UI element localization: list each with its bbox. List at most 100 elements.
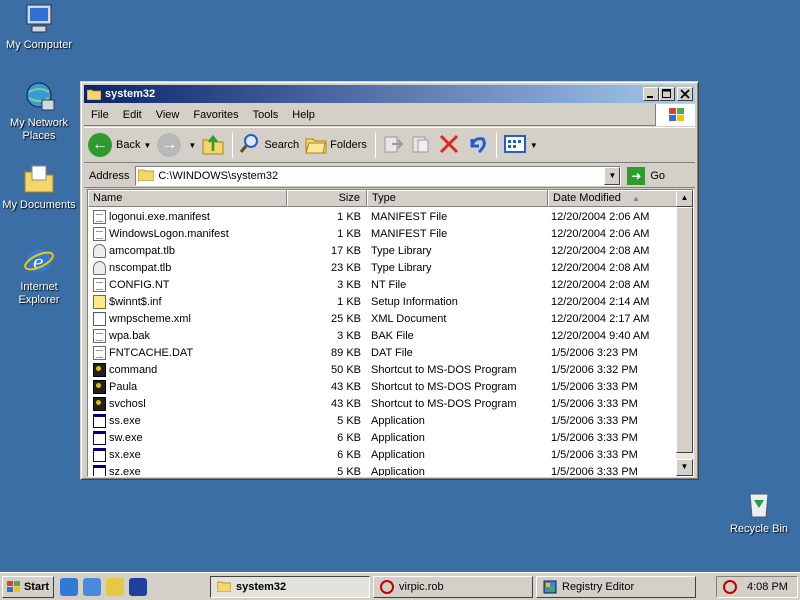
file-row[interactable]: nscompat.tlb 23 KB Type Library 12/20/2004 … (88, 259, 678, 276)
folders-button[interactable]: Folders (305, 133, 367, 158)
task-registry-editor[interactable]: Registry Editor (536, 576, 696, 598)
internet-explorer-icon: e (22, 244, 56, 278)
file-row[interactable]: sz.exe 5 KB Application 1/5/2006 3:33 PM (88, 463, 678, 477)
file-row[interactable]: FNTCACHE.DAT 89 KB DAT File 1/5/2006 3:23 P… (88, 344, 678, 361)
chevron-down-icon[interactable]: ▼ (530, 141, 538, 150)
close-button[interactable] (677, 87, 693, 101)
address-label: Address (89, 169, 130, 182)
vertical-scrollbar[interactable]: ▲ ▼ (676, 190, 693, 476)
file-row[interactable]: Paula 43 KB Shortcut to MS-DOS Program 1/5/… (88, 378, 678, 395)
window-titlebar[interactable]: system32 (84, 85, 695, 103)
chevron-down-icon[interactable]: ▼ (604, 166, 621, 185)
file-row[interactable]: $winnt$.inf 1 KB Setup Information 12/20/20… (88, 293, 678, 310)
menu-edit[interactable]: Edit (116, 109, 149, 121)
file-name: logonui.exe.manifest (109, 210, 210, 223)
up-folder-button[interactable] (202, 133, 224, 158)
file-name-cell: ss.exe (88, 413, 288, 428)
show-desktop-icon[interactable] (106, 577, 124, 596)
menu-favorites[interactable]: Favorites (186, 109, 245, 121)
file-type: Application (371, 465, 425, 477)
file-row[interactable]: svchosl 43 KB Shortcut to MS-DOS Program 1/… (88, 395, 678, 412)
file-type: MANIFEST File (371, 210, 448, 223)
clock[interactable]: 4:08 PM (747, 581, 788, 593)
internet-explorer-icon[interactable] (60, 577, 78, 596)
maximize-button[interactable] (659, 87, 675, 101)
outlook-express-icon[interactable] (83, 577, 101, 596)
go-button[interactable]: ➜ Go (627, 166, 665, 185)
file-type: Type Library (371, 261, 432, 274)
column-header-name[interactable]: Name (88, 190, 287, 207)
search-icon (239, 133, 261, 158)
back-button[interactable]: ← Back ▼ (88, 133, 151, 157)
file-type: Type Library (371, 244, 432, 257)
file-date-modified: 1/5/2006 3:32 PM (551, 363, 638, 376)
file-date-modified: 12/20/2004 9:40 AM (551, 329, 650, 342)
file-row[interactable]: WindowsLogon.manifest 1 KB MANIFEST File 12… (88, 225, 678, 242)
chevron-down-icon[interactable]: ▼ (143, 141, 151, 150)
file-type: Application (371, 431, 425, 444)
file-name: svchosl (109, 397, 146, 410)
windows-logo-icon (655, 104, 695, 126)
file-row[interactable]: wpa.bak 3 KB BAK File 12/20/2004 9:40 AM (88, 327, 678, 344)
media-player-icon[interactable] (129, 577, 147, 596)
column-header-size[interactable]: Size (287, 190, 367, 207)
copy-to-button[interactable] (410, 133, 432, 158)
desktop-icon-recycle-bin[interactable]: Recycle Bin (720, 486, 798, 536)
back-label: Back (116, 139, 141, 151)
move-to-icon (382, 133, 404, 158)
task-system32[interactable]: system32 (210, 576, 370, 598)
column-header-type[interactable]: Type (367, 190, 548, 207)
file-row[interactable]: ss.exe 5 KB Application 1/5/2006 3:33 PM (88, 412, 678, 429)
delete-button[interactable] (438, 133, 460, 158)
desktop-icon-my-network-places[interactable]: My Network Places (0, 80, 78, 143)
desktop-icon-internet-explorer[interactable]: e Internet Explorer (0, 244, 78, 307)
msdos-file-icon (93, 379, 106, 394)
file-date-modified: 1/5/2006 3:33 PM (551, 414, 638, 427)
task-virpic[interactable]: virpic.rob (373, 576, 533, 598)
forward-button[interactable]: → ▼ (157, 133, 196, 157)
menu-file[interactable]: File (84, 109, 116, 121)
undo-button[interactable] (466, 133, 488, 158)
desktop-icon-label: Recycle Bin (729, 523, 789, 535)
file-row[interactable]: CONFIG.NT 3 KB NT File 12/20/2004 2:08 AM (88, 276, 678, 293)
menu-help[interactable]: Help (285, 109, 322, 121)
menu-tools[interactable]: Tools (246, 109, 286, 121)
search-button[interactable]: Search (239, 133, 299, 158)
move-to-button[interactable] (382, 133, 404, 158)
scroll-up-button[interactable]: ▲ (676, 190, 693, 207)
file-type: DAT File (371, 346, 413, 359)
file-name: sx.exe (109, 448, 141, 461)
file-date-modified: 12/20/2004 2:06 AM (551, 227, 650, 240)
address-input[interactable]: C:\WINDOWS\system32 ▼ (135, 165, 622, 186)
desktop-icon-my-computer[interactable]: My Computer (0, 2, 78, 52)
minimize-button[interactable] (643, 87, 659, 101)
back-arrow-icon: ← (88, 133, 112, 157)
scroll-down-button[interactable]: ▼ (676, 459, 693, 476)
undo-icon (466, 133, 488, 158)
file-row[interactable]: logonui.exe.manifest 1 KB MANIFEST File 12/… (88, 208, 678, 225)
file-row[interactable]: command 50 KB Shortcut to MS-DOS Program 1/… (88, 361, 678, 378)
desktop-icon-my-documents[interactable]: My Documents (0, 162, 78, 212)
file-size: 3 KB (337, 329, 361, 342)
msdos-file-icon (93, 362, 106, 377)
column-header-date-modified[interactable]: Date Modified ▲ (548, 190, 678, 207)
start-button[interactable]: Start (2, 575, 54, 598)
file-row[interactable]: wmpscheme.xml 25 KB XML Document 12/20/2004… (88, 310, 678, 327)
file-name-cell: sz.exe (88, 464, 288, 477)
file-name: sz.exe (109, 465, 141, 477)
file-row[interactable]: sx.exe 6 KB Application 1/5/2006 3:33 PM (88, 446, 678, 463)
file-name-cell: CONFIG.NT (88, 277, 288, 292)
chevron-down-icon[interactable]: ▼ (188, 141, 196, 150)
file-name: Paula (109, 380, 138, 393)
file-row[interactable]: amcompat.tlb 17 KB Type Library 12/20/2004 … (88, 242, 678, 259)
file-size: 89 KB (331, 346, 361, 359)
file-name-cell: sx.exe (88, 447, 288, 462)
file-row[interactable]: sw.exe 6 KB Application 1/5/2006 3:33 PM (88, 429, 678, 446)
tray-app-icon[interactable] (723, 580, 737, 594)
recycle-bin-icon (742, 486, 776, 520)
file-type: NT File (371, 278, 407, 291)
scroll-thumb[interactable] (676, 207, 693, 453)
views-button[interactable]: ▼ (503, 133, 538, 158)
menu-view[interactable]: View (149, 109, 187, 121)
file-name: CONFIG.NT (109, 278, 170, 291)
